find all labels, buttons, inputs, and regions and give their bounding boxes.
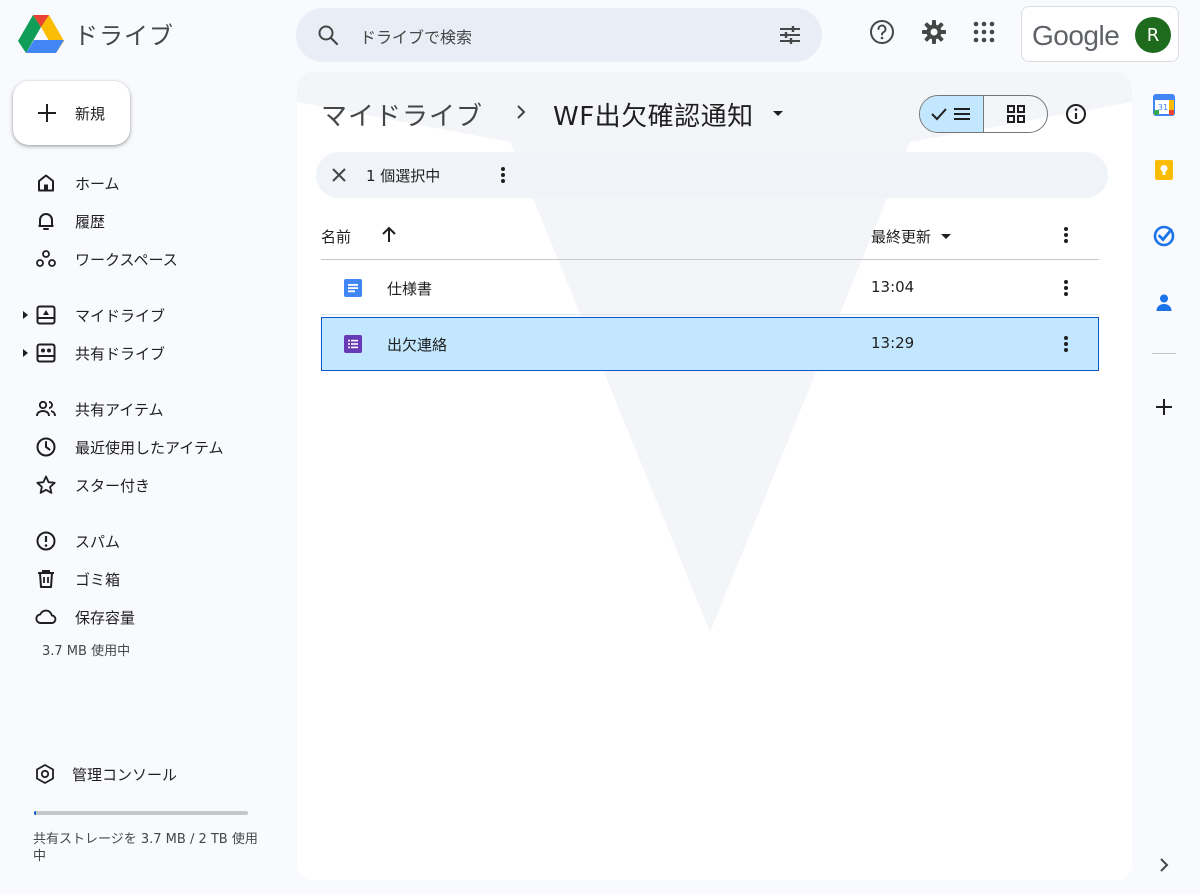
info-icon[interactable] xyxy=(1064,102,1088,126)
new-button-label: 新規 xyxy=(75,105,106,123)
admin-shield-icon xyxy=(36,764,54,784)
tune-icon[interactable] xyxy=(778,23,802,47)
more-vert-icon[interactable] xyxy=(1055,224,1077,246)
selection-bar: 1 個選択中 xyxy=(316,152,1108,198)
plus-icon xyxy=(38,104,56,122)
clock-icon xyxy=(36,437,56,457)
sidebar-item-recent[interactable]: 最近使用したアイテム xyxy=(0,430,270,464)
sidebar-item-home[interactable]: ホーム xyxy=(0,166,270,200)
expand-caret-icon[interactable] xyxy=(23,349,28,357)
grid-icon xyxy=(1006,105,1025,123)
admin-console-link[interactable]: 管理コンソール xyxy=(0,757,270,791)
drive-logo-icon xyxy=(18,15,64,53)
breadcrumb-current-folder[interactable]: WF出欠確認通知 xyxy=(553,96,754,133)
grid-view-button[interactable] xyxy=(984,96,1048,132)
view-toggle xyxy=(919,95,1048,133)
sidebar-item-label: ワークスペース xyxy=(75,251,178,269)
file-name: 出欠連絡 xyxy=(387,336,448,354)
account-switcher[interactable]: Google R xyxy=(1021,6,1179,62)
star-icon xyxy=(36,475,56,494)
apps-grid-icon[interactable] xyxy=(970,18,998,46)
storage-used-text: 3.7 MB 使用中 xyxy=(42,644,131,659)
sidebar-item-label: 最近使用したアイテム xyxy=(75,439,224,457)
sidebar-item-shared-with-me[interactable]: 共有アイテム xyxy=(0,392,270,426)
svg-text:31: 31 xyxy=(1158,103,1168,112)
file-row[interactable]: 仕様書 13:04 xyxy=(321,261,1099,315)
sidebar-item-spam[interactable]: スパム xyxy=(0,524,270,558)
home-icon xyxy=(38,174,54,192)
selection-count: 1 個選択中 xyxy=(366,167,441,185)
sidebar-item-label: 共有ドライブ xyxy=(75,345,166,363)
check-list-icon xyxy=(931,108,970,121)
modified-caret-icon[interactable] xyxy=(941,234,951,239)
search-input[interactable]: ドライブで検索 xyxy=(360,24,472,48)
drive-logo[interactable]: ドライブ xyxy=(18,13,174,53)
settings-gear-icon[interactable] xyxy=(920,18,948,46)
sidebar-item-label: マイドライブ xyxy=(75,307,166,325)
file-row-selected[interactable]: 出欠連絡 13:29 xyxy=(321,317,1099,371)
google-forms-icon xyxy=(344,335,362,353)
sidebar-item-label: ゴミ箱 xyxy=(75,571,121,589)
file-modified: 13:04 xyxy=(871,278,915,296)
google-logo: Google xyxy=(1032,20,1120,51)
new-button[interactable]: 新規 xyxy=(13,81,130,145)
google-docs-icon xyxy=(344,279,362,297)
shared-storage-note: 共有ストレージを 3.7 MB / 2 TB 使用中 xyxy=(33,832,258,864)
spam-icon xyxy=(36,531,56,551)
storage-progress-fill xyxy=(34,811,37,815)
expand-caret-icon[interactable] xyxy=(23,311,28,319)
sidebar-item-label: 履歴 xyxy=(75,213,106,231)
list-view-button[interactable] xyxy=(920,96,984,132)
breadcrumb-my-drive[interactable]: マイドライブ xyxy=(321,96,483,133)
sidebar-item-starred[interactable]: スター付き xyxy=(0,468,270,502)
more-vert-icon[interactable] xyxy=(1055,333,1077,355)
admin-console-label: 管理コンソール xyxy=(72,766,178,784)
people-icon xyxy=(36,400,56,417)
sidebar-item-label: ホーム xyxy=(75,175,120,193)
sidebar-item-my-drive[interactable]: マイドライブ xyxy=(0,298,270,332)
add-addon-icon[interactable] xyxy=(1152,395,1176,419)
search-icon[interactable] xyxy=(316,23,340,47)
avatar[interactable]: R xyxy=(1135,17,1171,53)
help-icon[interactable] xyxy=(868,18,896,46)
sidebar-item-label: 共有アイテム xyxy=(75,401,164,419)
sidebar-item-trash[interactable]: ゴミ箱 xyxy=(0,562,270,596)
sidebar-item-activity[interactable]: 履歴 xyxy=(0,204,270,238)
file-name: 仕様書 xyxy=(387,280,433,298)
sidebar-item-shared-drives[interactable]: 共有ドライブ xyxy=(0,336,270,370)
sidebar-item-label: スター付き xyxy=(75,477,151,495)
more-vert-icon[interactable] xyxy=(492,164,514,186)
shared-drive-icon xyxy=(36,343,56,363)
sidebar-item-label: スパム xyxy=(75,533,121,551)
calendar-icon[interactable]: 31 xyxy=(1152,93,1176,117)
sidebar-item-storage[interactable]: 保存容量 xyxy=(0,600,270,634)
chevron-right-icon[interactable] xyxy=(1154,855,1174,875)
workspace-icon xyxy=(36,250,56,267)
contacts-icon[interactable] xyxy=(1152,290,1176,314)
main-panel: マイドライブ WF出欠確認通知 1 個選択中 名前 最終更新 仕様書 13:04… xyxy=(297,72,1132,880)
sidebar-item-label: 保存容量 xyxy=(75,609,136,627)
trash-icon xyxy=(38,570,54,588)
file-list-header: 名前 最終更新 xyxy=(321,218,1099,260)
storage-progress-bar xyxy=(34,811,248,815)
close-icon[interactable] xyxy=(329,165,349,185)
bell-icon xyxy=(38,213,54,230)
keep-icon[interactable] xyxy=(1152,158,1176,182)
tasks-icon[interactable] xyxy=(1152,224,1176,248)
file-modified: 13:29 xyxy=(871,334,915,352)
my-drive-icon xyxy=(36,305,56,325)
more-vert-icon[interactable] xyxy=(1055,277,1077,299)
side-panel-divider xyxy=(1152,353,1176,354)
sidebar-item-workspace[interactable]: ワークスペース xyxy=(0,242,270,276)
column-name-header[interactable]: 名前 xyxy=(321,226,351,247)
cloud-icon xyxy=(35,609,57,624)
sort-arrow-up-icon[interactable] xyxy=(379,225,399,245)
chevron-right-icon xyxy=(517,105,526,119)
folder-menu-caret-icon[interactable] xyxy=(773,111,783,116)
column-modified-header[interactable]: 最終更新 xyxy=(871,226,931,247)
app-name: ドライブ xyxy=(74,21,174,50)
search-bar[interactable]: ドライブで検索 xyxy=(296,8,822,62)
